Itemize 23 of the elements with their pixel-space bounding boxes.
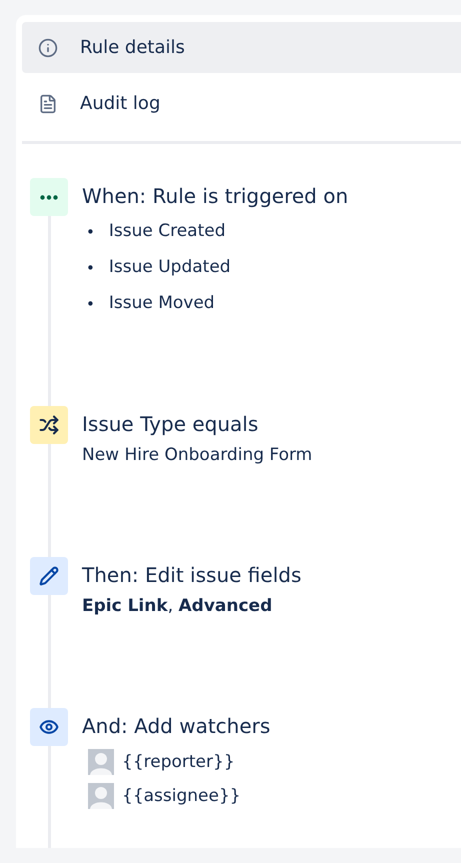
bullet-mark: • (86, 258, 95, 278)
dots-icon (40, 194, 58, 200)
bullet-mark: • (86, 222, 95, 242)
step-title[interactable]: And: Add watchers (82, 713, 461, 739)
shuffle-icon (39, 415, 59, 435)
watcher-name: {{assignee}} (122, 786, 241, 806)
document-icon (38, 94, 58, 114)
trigger-item: Issue Moved (108, 292, 215, 315)
step-title[interactable]: Issue Type equals (82, 411, 461, 437)
info-icon (38, 38, 58, 58)
eye-icon (39, 717, 59, 737)
pencil-icon (39, 566, 59, 586)
bullet-mark: • (86, 294, 95, 314)
nav-item[interactable]: Rule details (22, 22, 461, 73)
trigger-item: Issue Created (108, 220, 226, 243)
step-detail: New Hire Onboarding Form (82, 444, 314, 467)
avatar-icon (88, 783, 114, 809)
trigger-item: Issue Updated (108, 256, 231, 279)
step-detail: Epic Link, Advanced (82, 595, 274, 618)
avatar-icon (88, 749, 114, 775)
step-title[interactable]: When: Rule is triggered on (82, 183, 461, 209)
step-title[interactable]: Then: Edit issue fields (82, 562, 461, 588)
watcher-name: {{reporter}} (122, 752, 235, 772)
